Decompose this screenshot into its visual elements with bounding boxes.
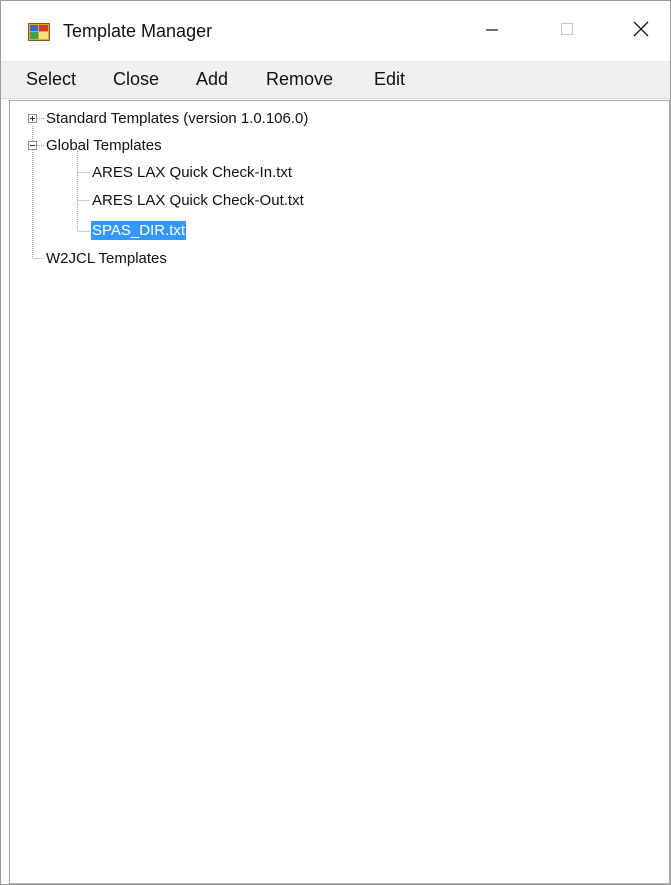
menu-edit[interactable]: Edit [374,69,405,90]
menu-bar: Select Close Add Remove Edit [1,61,670,99]
tree-node-standard-templates[interactable]: Standard Templates (version 1.0.106.0) [45,109,309,128]
close-icon [632,20,650,43]
collapse-global-templates-toggle[interactable] [28,141,37,150]
template-manager-app-icon [28,23,50,41]
title-bar[interactable]: Template Manager [1,1,670,61]
menu-add[interactable]: Add [196,69,228,90]
minimize-button[interactable] [469,11,515,51]
window-title: Template Manager [63,21,213,41]
maximize-icon [559,21,575,42]
tree-node-ares-lax-quick-check-in[interactable]: ARES LAX Quick Check-In.txt [91,163,293,182]
menu-close[interactable]: Close [113,69,159,90]
tree-node-w2jcl-templates[interactable]: W2JCL Templates [45,249,168,268]
maximize-button[interactable] [544,11,590,51]
expand-standard-templates-toggle[interactable] [28,114,37,123]
tree-node-global-templates[interactable]: Global Templates [45,136,163,155]
menu-select[interactable]: Select [26,69,76,90]
tree-node-ares-lax-quick-check-out[interactable]: ARES LAX Quick Check-Out.txt [91,191,305,210]
tree-node-spas-dir-selected[interactable]: SPAS_DIR.txt [91,221,187,240]
menu-remove[interactable]: Remove [266,69,333,90]
close-window-button[interactable] [618,11,664,51]
minimize-icon [484,21,500,42]
template-tree-view[interactable]: Standard Templates (version 1.0.106.0) G… [9,100,670,884]
template-manager-window: Template Manager Select Close Add Remove… [0,0,671,885]
